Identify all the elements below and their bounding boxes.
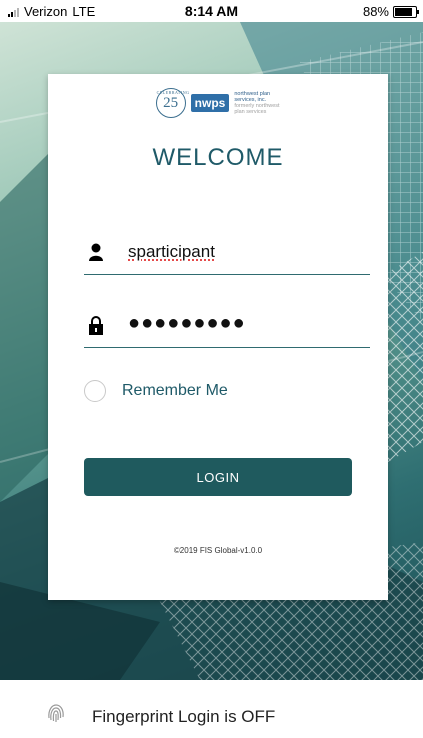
user-icon (89, 243, 103, 261)
username-field[interactable]: sparticipant (84, 234, 370, 275)
anniversary-seal: CELEBRATING 25 (155, 88, 190, 118)
company-tagline: formerly northwest plan services (234, 103, 280, 115)
lock-icon (89, 316, 103, 335)
seal-number: 25 (163, 94, 179, 111)
fingerprint-icon[interactable] (46, 702, 66, 724)
remember-me-toggle[interactable]: Remember Me (84, 380, 228, 402)
login-card: CELEBRATING 25 nwps northwest plan servi… (48, 74, 388, 600)
battery-icon (393, 5, 419, 18)
nwps-logo: nwps (190, 94, 230, 112)
clock: 8:14 AM (184, 3, 239, 19)
company-name: northwest plan services, inc. formerly n… (234, 91, 280, 115)
fingerprint-status-label[interactable]: Fingerprint Login is OFF (92, 707, 275, 727)
remember-me-radio[interactable] (84, 380, 106, 402)
seal-arc-text: CELEBRATING (156, 90, 190, 95)
password-value[interactable]: ●●●●●●●●● (128, 312, 246, 335)
welcome-title: WELCOME (152, 144, 284, 171)
remember-me-label[interactable]: Remember Me (122, 382, 228, 400)
battery-percent: 88% (362, 4, 389, 19)
status-bar: Verizon LTE 8:14 AM 88% (0, 0, 423, 22)
company-name-text: northwest plan services, inc. (234, 91, 271, 103)
copyright-text: ©2019 FIS Global-v1.0.0 (173, 546, 263, 555)
fingerprint-bar[interactable]: Fingerprint Login is OFF (0, 680, 423, 738)
login-button[interactable]: LOGIN (84, 458, 352, 496)
brand-logo: CELEBRATING 25 nwps northwest plan servi… (48, 88, 388, 118)
username-value[interactable]: sparticipant (128, 242, 215, 262)
status-right: 88% (362, 4, 419, 19)
password-field[interactable]: ●●●●●●●●● (84, 307, 370, 348)
